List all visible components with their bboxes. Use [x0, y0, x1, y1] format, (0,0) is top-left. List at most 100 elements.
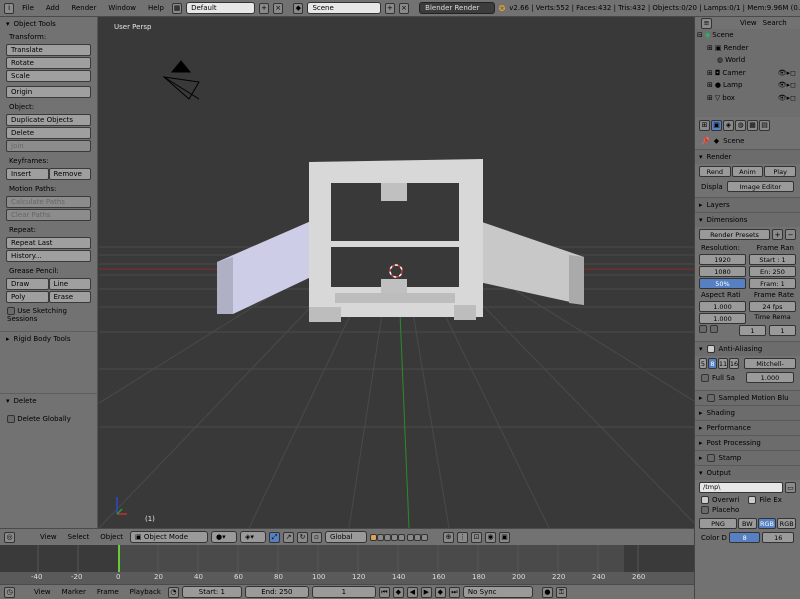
sync-mode-selector[interactable]: No Sync	[462, 586, 533, 598]
scene-tab-icon[interactable]: ◈	[723, 119, 734, 131]
timeline-area[interactable]: -40 -20 0 20 40 60 80 100 120 140 160 18…	[0, 545, 694, 584]
remove-keyframe-button[interactable]: Remove	[48, 168, 91, 180]
color-bw-button[interactable]: BW	[738, 518, 757, 529]
jump-start-icon[interactable]: ⏮	[378, 586, 390, 598]
pivot-point-selector[interactable]: ◈▾	[240, 531, 267, 543]
lock-camera-icon[interactable]: ⊕	[443, 531, 455, 543]
properties-editor-icon[interactable]: ⊞	[699, 119, 710, 131]
frame-step-field[interactable]: Fram: 1	[749, 278, 796, 289]
anti-aliasing-panel-header[interactable]: ▾ Anti-Aliasing	[695, 341, 800, 356]
translate-manipulator-icon[interactable]: ↗	[283, 531, 295, 543]
end-frame-field[interactable]: End: 250	[244, 586, 309, 598]
duplicate-objects-button[interactable]: Duplicate Objects	[6, 114, 91, 126]
post-processing-panel-header[interactable]: ▸ Post Processing	[695, 435, 800, 450]
sketching-checkbox[interactable]	[7, 307, 15, 315]
poly-button[interactable]: Poly	[6, 291, 49, 303]
scene-selector[interactable]: Scene	[307, 2, 381, 14]
render-tab-icon[interactable]: ▣	[711, 119, 722, 131]
menu-add[interactable]: Add	[42, 4, 64, 12]
clear-paths-button[interactable]: Clear Paths	[6, 209, 91, 221]
depth-8-button[interactable]: 8	[728, 532, 761, 543]
next-keyframe-icon[interactable]: ◆	[434, 586, 446, 598]
shading-panel-header[interactable]: ▸ Shading	[695, 405, 800, 420]
render-image-button[interactable]: Rend	[699, 166, 731, 177]
texture-tab-icon[interactable]: ▤	[759, 119, 770, 131]
outliner-editor-icon[interactable]: ≡	[701, 17, 712, 29]
scene-remove-button[interactable]: ×	[399, 2, 410, 14]
delete-globally-checkbox[interactable]	[7, 415, 15, 423]
scale-manipulator-icon[interactable]: ▫	[311, 531, 323, 543]
outliner-row-render[interactable]: ⊞ ▣ Render	[695, 42, 800, 55]
outliner-view-menu[interactable]: View	[740, 19, 757, 27]
border-checkbox[interactable]	[699, 325, 707, 333]
render-panel-header[interactable]: ▾ Render	[695, 149, 800, 164]
view-menu[interactable]: View	[36, 533, 61, 541]
viewport-canvas[interactable]	[99, 17, 694, 528]
start-frame-field[interactable]: Start: 1	[181, 586, 242, 598]
right-wall-object[interactable]	[479, 221, 584, 305]
render-engine-selector[interactable]: Blender Render	[419, 2, 495, 14]
menu-render[interactable]: Render	[67, 4, 100, 12]
camera-object-icon[interactable]	[162, 60, 200, 100]
insert-keyframe-button[interactable]: Insert	[6, 168, 49, 180]
object-tools-header[interactable]: ▾ Object Tools	[0, 17, 97, 31]
line-button[interactable]: Line	[48, 278, 91, 290]
resolution-y-field[interactable]: 1080	[699, 266, 746, 277]
preset-add-button[interactable]: +	[772, 229, 783, 240]
rotate-manipulator-icon[interactable]: ↻	[297, 531, 309, 543]
aa-samples-11-button[interactable]: 11	[718, 358, 728, 369]
play-button[interactable]: Play	[764, 166, 797, 177]
menu-file[interactable]: File	[18, 4, 38, 12]
timeline-editor-icon[interactable]: ◷	[4, 586, 15, 598]
erase-button[interactable]: Erase	[48, 291, 91, 303]
layer-2-button[interactable]	[377, 533, 385, 541]
resolution-x-field[interactable]: 1920	[699, 254, 746, 265]
folder-icon[interactable]: ▭	[785, 482, 796, 493]
layer-1-button[interactable]	[370, 533, 378, 541]
record-icon[interactable]: ●	[541, 586, 553, 598]
origin-button[interactable]: Origin	[6, 86, 91, 98]
crop-checkbox[interactable]	[710, 325, 718, 333]
render-presets-selector[interactable]: Render Presets	[699, 229, 770, 240]
layers-panel-header[interactable]: ▸ Layers	[695, 197, 800, 212]
overwrite-checkbox[interactable]	[701, 496, 709, 504]
menu-help[interactable]: Help	[144, 4, 168, 12]
viewport-shading-selector[interactable]: ●▾	[211, 531, 238, 543]
placeholders-checkbox[interactable]	[701, 506, 709, 514]
delete-button[interactable]: Delete	[6, 127, 91, 139]
proportional-edit-icon[interactable]: ◉	[485, 531, 497, 543]
playback-menu[interactable]: Playback	[126, 588, 165, 596]
jump-end-icon[interactable]: ⏭	[448, 586, 460, 598]
delete-globally-option[interactable]: Delete Globally	[0, 413, 80, 425]
visibility-icons[interactable]: 👁▸◻	[778, 69, 800, 77]
layer-buttons[interactable]	[370, 533, 429, 541]
layer-5-button[interactable]	[398, 533, 406, 541]
depth-16-button[interactable]: 16	[762, 532, 794, 543]
marker-menu[interactable]: Marker	[58, 588, 90, 596]
aa-samples-5-button[interactable]: 5	[699, 358, 707, 369]
outliner-row-scene[interactable]: ⊟ ◆ Scene	[695, 29, 800, 42]
start-frame-field[interactable]: Start : 1	[749, 254, 796, 265]
layout-selector[interactable]: Default	[186, 2, 255, 14]
remap-new-field[interactable]: 1	[769, 325, 796, 336]
aa-samples-8-button[interactable]: 8	[708, 358, 717, 369]
layout-icon[interactable]: ▦	[171, 2, 183, 14]
aspect-x-field[interactable]: 1.000	[699, 301, 746, 312]
layout-remove-button[interactable]: ×	[273, 2, 284, 14]
outliner-row-box[interactable]: ⊞ ▽ box 👁▸◻	[695, 92, 800, 105]
end-frame-field[interactable]: En: 250	[749, 266, 796, 277]
scene-add-button[interactable]: +	[384, 2, 395, 14]
frame-menu[interactable]: Frame	[93, 588, 123, 596]
display-selector[interactable]: Image Editor	[726, 181, 794, 192]
output-panel-header[interactable]: ▾ Output	[695, 465, 800, 480]
rotate-button[interactable]: Rotate	[6, 57, 91, 69]
current-frame-field[interactable]: 1	[311, 586, 376, 598]
sketching-sessions-option[interactable]: Use Sketching Sessions	[0, 305, 97, 325]
anti-aliasing-checkbox[interactable]	[706, 345, 715, 353]
3d-viewport[interactable]: User Persp (1)	[99, 17, 694, 528]
box-frame-object[interactable]	[309, 159, 483, 322]
stamp-checkbox[interactable]	[706, 454, 715, 462]
remap-old-field[interactable]: 1	[739, 325, 766, 336]
aspect-y-field[interactable]: 1.000	[699, 313, 746, 324]
keying-set-icon[interactable]: ⚿	[555, 586, 567, 598]
